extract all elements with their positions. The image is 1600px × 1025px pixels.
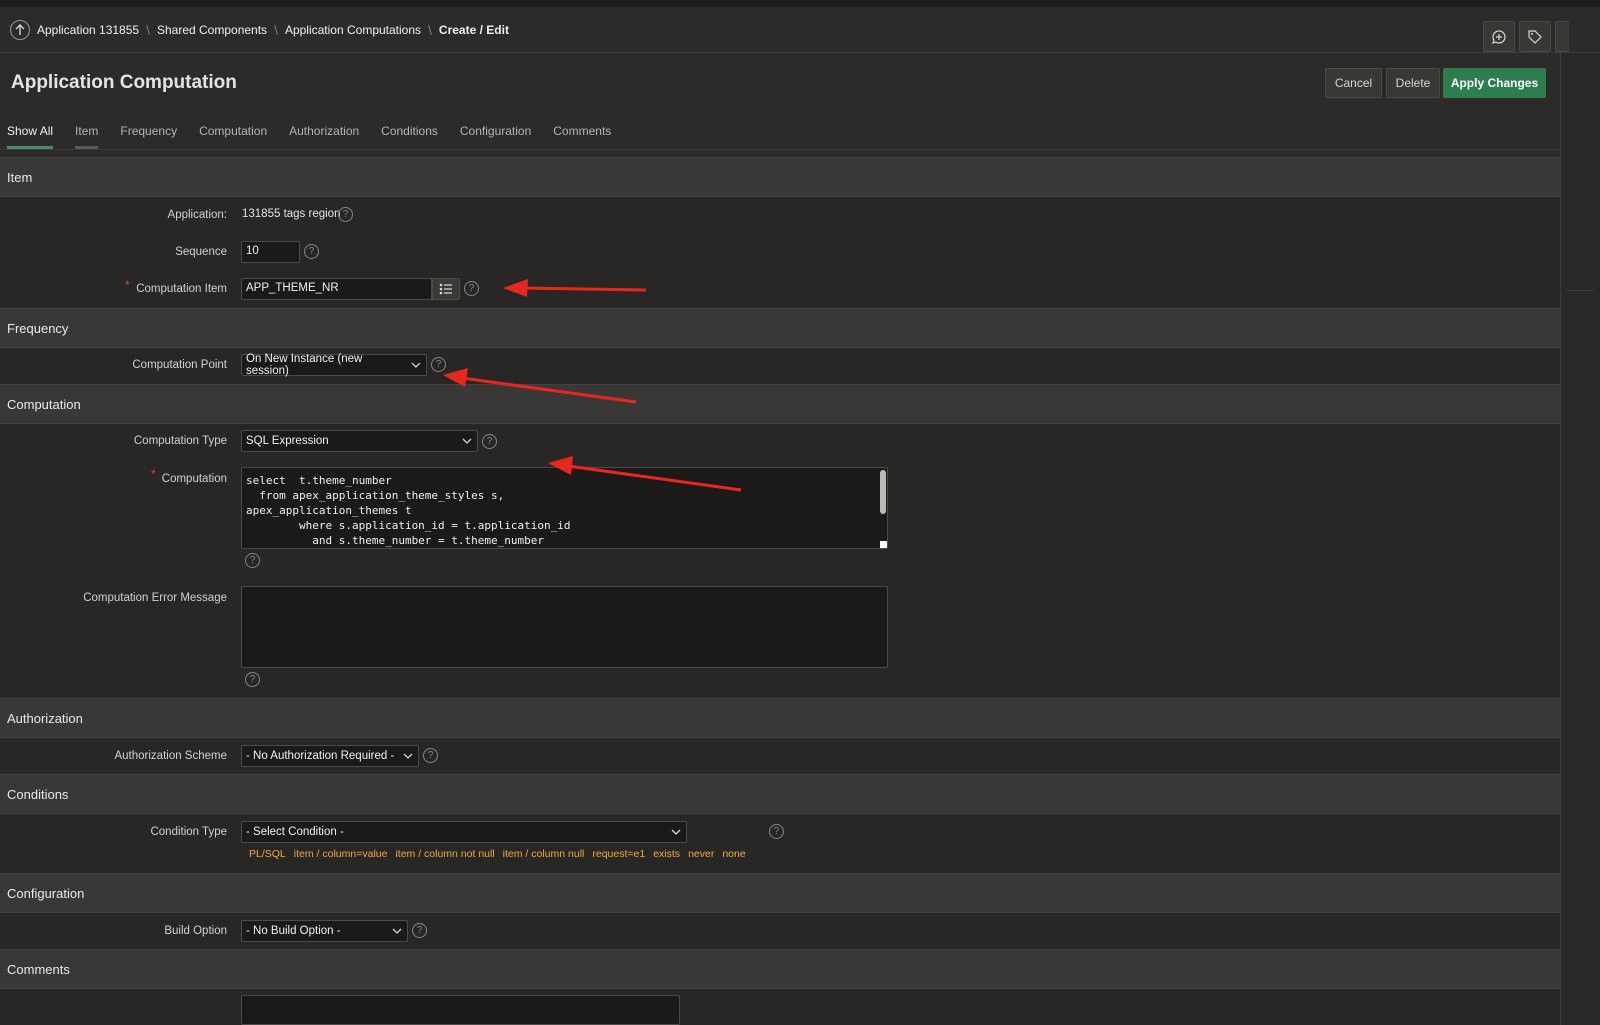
annotation-arrow bbox=[548, 456, 742, 492]
annotation-arrow bbox=[443, 368, 637, 404]
annotation-arrows bbox=[443, 279, 742, 492]
annotation-arrow bbox=[503, 279, 647, 297]
